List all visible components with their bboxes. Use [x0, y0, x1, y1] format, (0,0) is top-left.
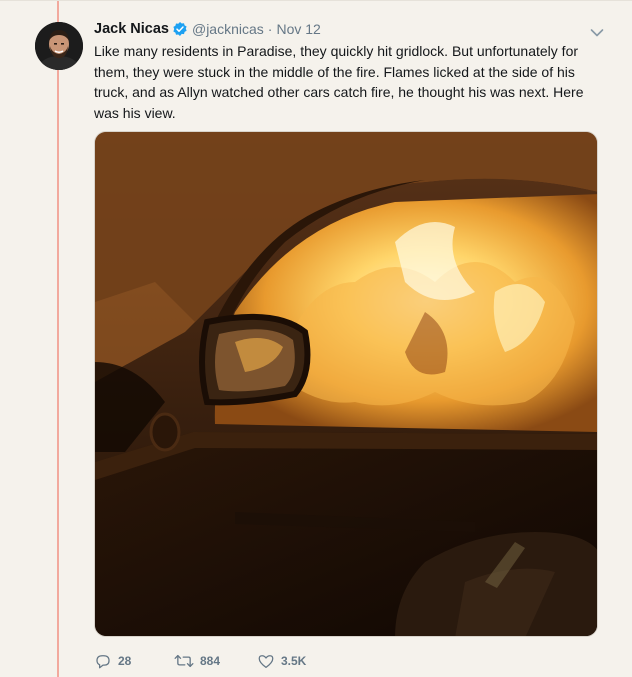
tweet-actions: 28 884 3.5K: [94, 651, 337, 671]
retweet-icon: [174, 654, 194, 668]
reply-button[interactable]: 28: [94, 652, 174, 670]
author-handle[interactable]: @jacknicas: [192, 19, 264, 39]
chevron-down-icon[interactable]: [590, 25, 604, 37]
tweet-date[interactable]: Nov 12: [276, 19, 320, 39]
author-name[interactable]: Jack Nicas: [94, 19, 169, 39]
heart-icon: [258, 655, 274, 669]
fire-through-truck-window-image: [95, 132, 597, 636]
tweet-text: Like many residents in Paradise, they qu…: [94, 43, 584, 121]
tweet-page: Jack Nicas @jacknicas · Nov 12 Like many…: [0, 0, 632, 677]
header-separator: ·: [267, 21, 273, 37]
reply-count: 28: [118, 654, 132, 668]
verified-badge-icon: [172, 21, 188, 37]
retweet-button[interactable]: 884: [174, 652, 257, 670]
reply-icon: [96, 655, 110, 669]
avatar-image: [35, 22, 83, 70]
like-button[interactable]: 3.5K: [257, 652, 337, 670]
tweet-photo[interactable]: [94, 131, 598, 637]
tweet-header: Jack Nicas @jacknicas · Nov 12: [94, 19, 604, 39]
retweet-count: 884: [200, 654, 221, 668]
like-count: 3.5K: [281, 654, 307, 668]
tweet: Jack Nicas @jacknicas · Nov 12 Like many…: [94, 19, 604, 669]
avatar[interactable]: [35, 22, 83, 70]
thread-connector-line: [57, 1, 59, 677]
